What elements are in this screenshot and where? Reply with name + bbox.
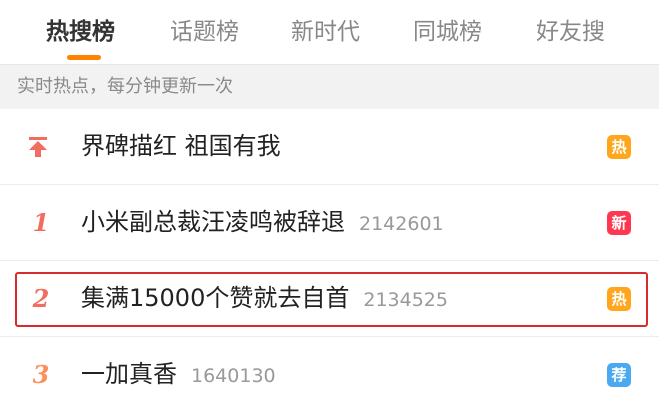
hot-item-count: 2142601 [359,213,444,235]
hot-item-text: 小米副总裁汪凌鸣被辞退 2142601 [81,185,444,260]
hot-item-title: 小米副总裁汪凌鸣被辞退 [81,208,345,236]
rank-number: 3 [32,360,50,389]
tab-new-era[interactable]: 新时代 [291,14,360,50]
tab-hot-search[interactable]: 热搜榜 [46,14,115,50]
hot-list-item[interactable]: 1 小米副总裁汪凌鸣被辞退 2142601 新 [0,185,659,260]
new-badge: 新 [607,211,631,235]
hot-item-text: 界碑描红 祖国有我 [81,109,281,184]
hot-badge: 热 [607,287,631,311]
rank-number: 1 [32,208,50,237]
hot-badge: 热 [607,135,631,159]
hot-item-count: 1640130 [191,365,276,387]
hot-item-count: 2134525 [363,289,448,311]
hot-list-item[interactable]: 界碑描红 祖国有我 热 [0,109,659,184]
hot-item-title: 一加真香 [81,360,177,388]
hot-item-text: 一加真香 1640130 [81,337,276,412]
tab-bar: 热搜榜 话题榜 新时代 同城榜 好友搜 [0,0,659,64]
tab-topics[interactable]: 话题榜 [170,14,239,50]
tab-local[interactable]: 同城榜 [413,14,482,50]
recommend-badge: 荐 [607,363,631,387]
hot-item-text: 集满15000个赞就去自首 2134525 [81,261,448,336]
hot-item-title: 集满15000个赞就去自首 [81,284,350,312]
pin-top-icon [29,137,47,157]
subheader-text: 实时热点，每分钟更新一次 [17,76,233,97]
tab-friends-search[interactable]: 好友搜 [536,14,605,50]
rank-number: 2 [32,284,50,313]
hot-list-item[interactable]: 3 一加真香 1640130 荐 [0,337,659,412]
hot-item-title: 界碑描红 祖国有我 [81,132,281,160]
hot-list-item[interactable]: 2 集满15000个赞就去自首 2134525 热 [0,261,659,336]
subheader: 实时热点，每分钟更新一次 [0,65,659,109]
active-tab-indicator [67,55,101,60]
